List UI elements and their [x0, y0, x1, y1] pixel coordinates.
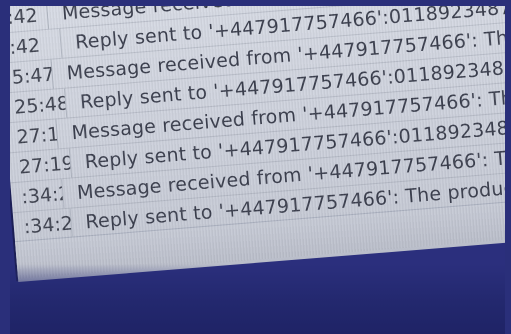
- frame-edge-top: [0, 0, 511, 6]
- frame-edge-right: [505, 0, 511, 334]
- message-log-window: :42 Message received from '+447917757466…: [0, 0, 511, 283]
- time-cell: :34:27: [10, 179, 65, 213]
- time-cell: 27:19: [5, 119, 59, 153]
- photo-frame: :42 Message received from '+447917757466…: [0, 0, 511, 334]
- frame-edge-left: [0, 0, 10, 334]
- time-cell: 25:48: [3, 88, 68, 123]
- time-cell: 27:19: [7, 148, 73, 183]
